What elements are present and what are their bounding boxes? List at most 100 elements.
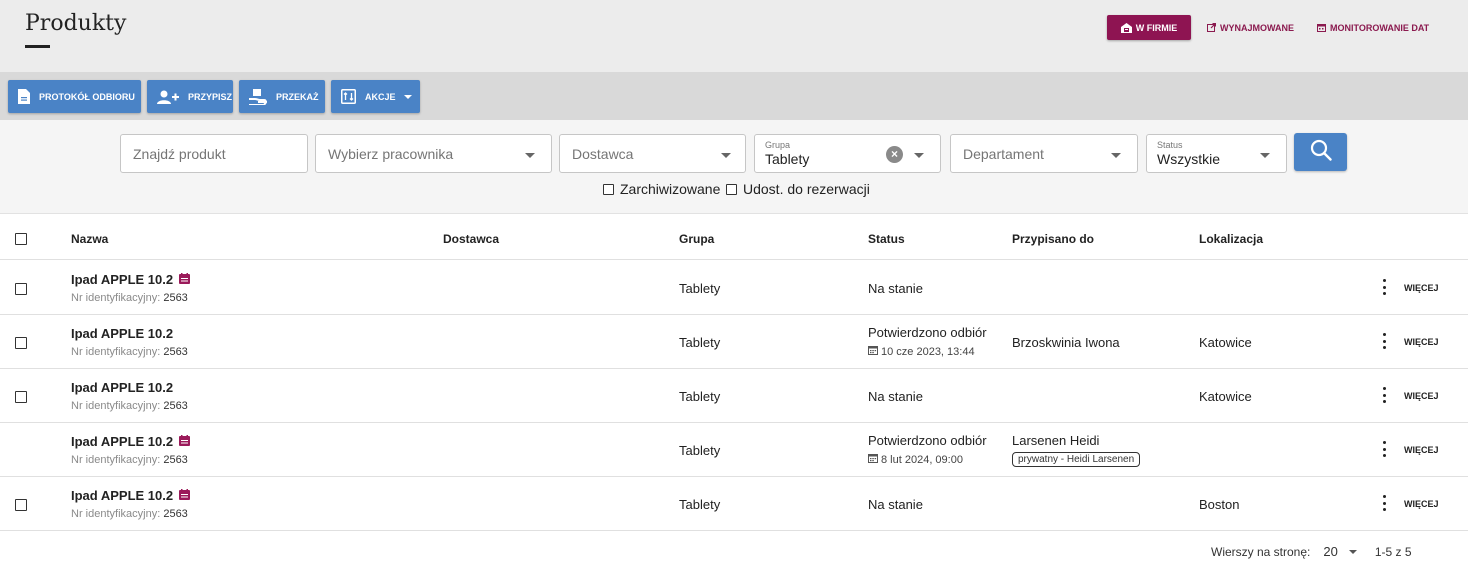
archived-filter[interactable]: Zarchiwizowane bbox=[603, 181, 720, 197]
calendar-icon bbox=[868, 345, 878, 358]
product-name: Ipad APPLE 10.2 bbox=[71, 488, 174, 503]
view-rented-button[interactable]: WYNAJMOWANE bbox=[1207, 15, 1294, 40]
column-assigned[interactable]: Przypisano do bbox=[1012, 232, 1094, 246]
chevron-down-icon bbox=[403, 94, 412, 99]
hand-over-button[interactable]: PRZEKAŻ bbox=[239, 80, 325, 113]
reservation-checkbox[interactable] bbox=[726, 183, 737, 195]
filter-panel: Znajdź produkt Wybierz pracownika Dostaw… bbox=[0, 120, 1468, 214]
actions-label: AKCJE bbox=[365, 91, 396, 102]
location-cell: Katowice bbox=[1199, 389, 1252, 404]
page-range: 1-5 z 5 bbox=[1374, 544, 1412, 559]
status-cell: Na stanie bbox=[868, 389, 923, 404]
status-select[interactable]: Status Wszystkie bbox=[1146, 134, 1287, 173]
archived-checkbox[interactable] bbox=[603, 183, 614, 195]
external-link-icon bbox=[1207, 23, 1216, 32]
group-cell: Tablety bbox=[679, 389, 721, 404]
chevron-down-icon bbox=[525, 153, 535, 158]
table-row[interactable]: Ipad APPLE 10.2 Nr identyfikacyjny: 2563… bbox=[0, 423, 1468, 477]
employee-select[interactable]: Wybierz pracownika bbox=[315, 134, 552, 173]
group-cell: Tablety bbox=[679, 281, 721, 296]
group-cell: Tablety bbox=[679, 335, 721, 350]
product-id-value: 2563 bbox=[163, 400, 188, 412]
product-id: Nr identyfikacyjny: 2563 bbox=[71, 454, 188, 466]
more-vert-icon[interactable] bbox=[1381, 441, 1387, 457]
status-select-label: Status bbox=[1157, 140, 1183, 150]
view-date-monitoring-button[interactable]: MONITOROWANIE DAT bbox=[1317, 15, 1429, 40]
select-all-checkbox[interactable] bbox=[15, 232, 27, 250]
more-button[interactable]: WIĘCEJ bbox=[1404, 445, 1439, 455]
chevron-down-icon bbox=[1260, 153, 1270, 158]
calendar-icon bbox=[179, 434, 191, 449]
product-id: Nr identyfikacyjny: 2563 bbox=[71, 292, 188, 304]
actions-icon bbox=[341, 89, 356, 104]
group-select[interactable]: Grupa Tablety × bbox=[754, 134, 941, 173]
more-vert-icon[interactable] bbox=[1381, 387, 1387, 403]
more-button[interactable]: WIĘCEJ bbox=[1404, 283, 1439, 293]
more-vert-icon[interactable] bbox=[1381, 279, 1387, 295]
product-id: Nr identyfikacyjny: 2563 bbox=[71, 346, 188, 358]
add-user-icon bbox=[157, 90, 179, 104]
product-name-cell[interactable]: Ipad APPLE 10.2 bbox=[71, 272, 191, 287]
view-in-company-button[interactable]: W FIRMIE bbox=[1107, 15, 1191, 40]
column-status[interactable]: Status bbox=[868, 232, 905, 246]
row-checkbox[interactable] bbox=[15, 498, 27, 516]
more-button[interactable]: WIĘCEJ bbox=[1404, 391, 1439, 401]
chevron-down-icon[interactable] bbox=[1348, 549, 1357, 554]
column-group[interactable]: Grupa bbox=[679, 232, 714, 246]
view-date-monitoring-label: MONITOROWANIE DAT bbox=[1330, 22, 1430, 33]
clear-icon[interactable]: × bbox=[886, 146, 903, 163]
action-toolbar: PROTOKÓŁ ODBIORU PRZYPISZ PRZEKAŻ AKCJE bbox=[0, 72, 1468, 120]
row-checkbox[interactable] bbox=[15, 336, 27, 354]
product-name-cell[interactable]: Ipad APPLE 10.2 bbox=[71, 434, 191, 449]
supplier-select[interactable]: Dostawca bbox=[559, 134, 746, 173]
group-select-label: Grupa bbox=[765, 140, 791, 150]
product-name-cell[interactable]: Ipad APPLE 10.2 bbox=[71, 380, 173, 395]
more-vert-icon[interactable] bbox=[1381, 495, 1387, 511]
hand-over-label: PRZEKAŻ bbox=[276, 91, 319, 102]
search-button[interactable] bbox=[1294, 133, 1347, 171]
row-checkbox[interactable] bbox=[15, 390, 27, 408]
rows-per-page-select[interactable]: 20 bbox=[1323, 544, 1337, 559]
product-id-value: 2563 bbox=[163, 454, 188, 466]
status-select-value: Wszystkie bbox=[1157, 151, 1220, 167]
product-name-cell[interactable]: Ipad APPLE 10.2 bbox=[71, 326, 173, 341]
table-row[interactable]: Ipad APPLE 10.2 Nr identyfikacyjny: 2563… bbox=[0, 477, 1468, 531]
column-supplier[interactable]: Dostawca bbox=[443, 232, 499, 246]
document-icon bbox=[18, 89, 30, 104]
title-underline bbox=[25, 45, 50, 48]
more-button[interactable]: WIĘCEJ bbox=[1404, 499, 1439, 509]
status-cell: Na stanie bbox=[868, 281, 923, 296]
assign-button[interactable]: PRZYPISZ bbox=[147, 80, 233, 113]
product-id-label: Nr identyfikacyjny: bbox=[71, 454, 161, 466]
group-select-value: Tablety bbox=[765, 151, 810, 167]
product-id-label: Nr identyfikacyjny: bbox=[71, 400, 161, 412]
product-id-value: 2563 bbox=[163, 346, 188, 358]
reservation-filter[interactable]: Udost. do rezerwacji bbox=[726, 181, 870, 197]
department-select[interactable]: Departament bbox=[950, 134, 1138, 173]
table-row[interactable]: Ipad APPLE 10.2 Nr identyfikacyjny: 2563… bbox=[0, 315, 1468, 369]
product-name-cell[interactable]: Ipad APPLE 10.2 bbox=[71, 488, 191, 503]
table-row[interactable]: Ipad APPLE 10.2 Nr identyfikacyjny: 2563… bbox=[0, 369, 1468, 423]
rows-per-page-label: Wierszy na stronę: bbox=[1211, 544, 1311, 559]
assign-label: PRZYPISZ bbox=[188, 91, 233, 102]
product-search-input[interactable]: Znajdź produkt bbox=[120, 134, 308, 173]
product-id-label: Nr identyfikacyjny: bbox=[71, 292, 161, 304]
pickup-protocol-button[interactable]: PROTOKÓŁ ODBIORU bbox=[8, 80, 141, 113]
more-vert-icon[interactable] bbox=[1381, 333, 1387, 349]
view-in-company-label: W FIRMIE bbox=[1135, 22, 1178, 33]
status-cell: Na stanie bbox=[868, 497, 923, 512]
assignment-tag: prywatny - Heidi Larsenen bbox=[1012, 452, 1141, 467]
chevron-down-icon bbox=[914, 153, 924, 158]
calendar-icon bbox=[1317, 23, 1326, 32]
actions-dropdown-button[interactable]: AKCJE bbox=[331, 80, 420, 113]
status-date: 10 cze 2023, 13:44 bbox=[868, 345, 975, 358]
column-name[interactable]: Nazwa bbox=[71, 232, 108, 246]
chevron-down-icon bbox=[721, 153, 731, 158]
more-button[interactable]: WIĘCEJ bbox=[1404, 337, 1439, 347]
table-row[interactable]: Ipad APPLE 10.2 Nr identyfikacyjny: 2563… bbox=[0, 261, 1468, 315]
reservation-label: Udost. do rezerwacji bbox=[743, 181, 870, 197]
calendar-icon bbox=[179, 488, 191, 503]
column-location[interactable]: Lokalizacja bbox=[1199, 232, 1263, 246]
row-checkbox[interactable] bbox=[15, 282, 27, 300]
calendar-icon bbox=[868, 453, 878, 466]
